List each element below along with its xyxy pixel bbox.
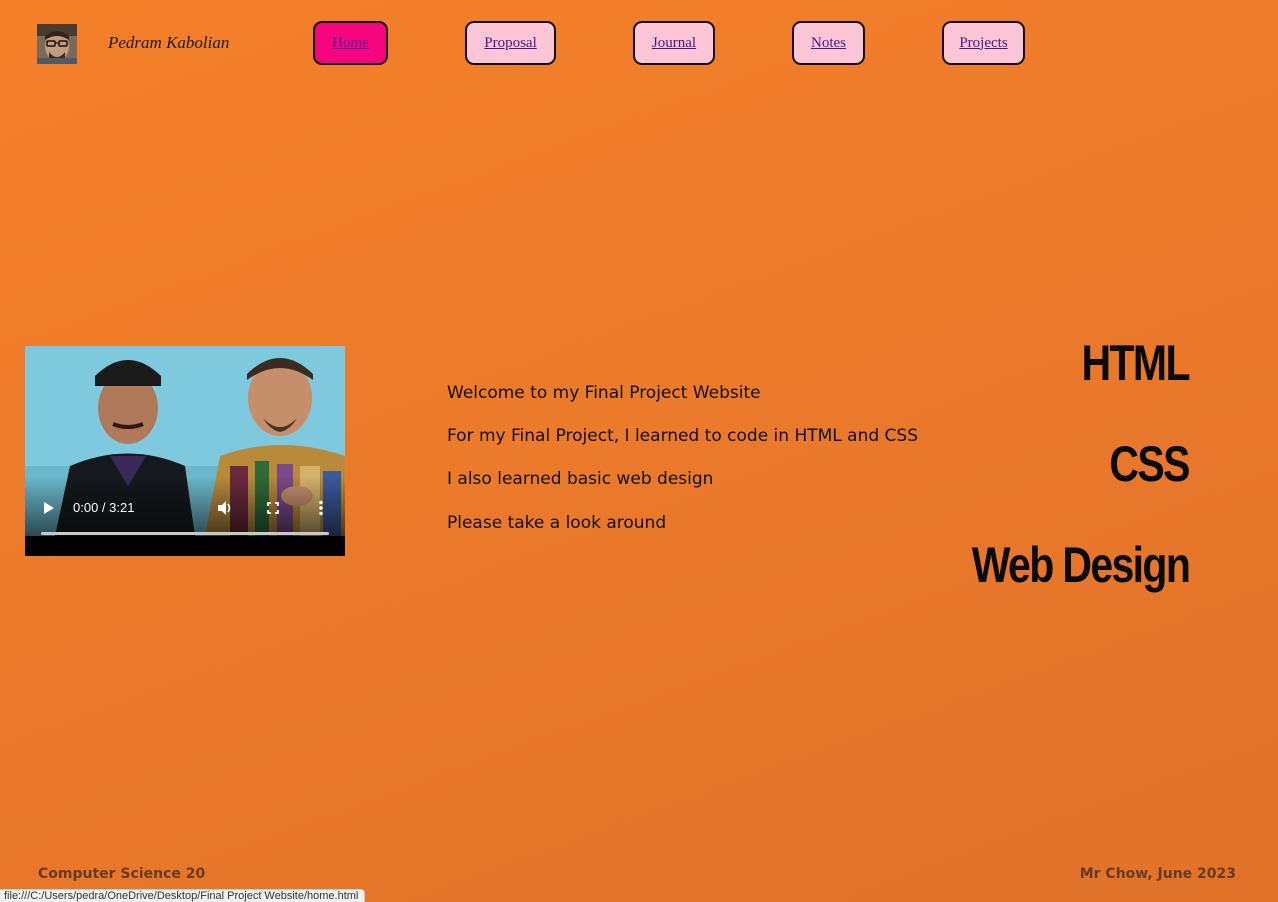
fullscreen-icon[interactable] (267, 502, 279, 514)
footer-course: Computer Science 20 (38, 866, 206, 882)
footer-credit: Mr Chow, June 2023 (1079, 866, 1236, 882)
welcome-heading: Welcome to my Final Project Website (447, 383, 761, 403)
more-options-icon[interactable] (318, 500, 324, 516)
intro-line: I also learned basic web design (447, 469, 714, 489)
nav-journal-button[interactable]: Journal (633, 21, 715, 65)
intro-line: For my Final Project, I learned to code … (447, 426, 919, 446)
avatar (37, 24, 77, 64)
play-icon[interactable] (43, 501, 55, 515)
skill-html: HTML (1081, 335, 1191, 391)
site-name: Pedram Kabolian (108, 33, 230, 52)
nav-proposal-button[interactable]: Proposal (465, 21, 556, 65)
volume-icon[interactable] (217, 500, 233, 516)
nav-home-button[interactable]: Home (313, 21, 388, 65)
skill-css: CSS (1109, 436, 1191, 492)
nav-projects-button[interactable]: Projects (942, 21, 1025, 65)
nav-notes-button[interactable]: Notes (792, 21, 865, 65)
video-time: 0:00 / 3:21 (73, 500, 135, 515)
profile-photo-icon (37, 24, 77, 64)
browser-status-url: file:///C:/Users/pedra/OneDrive/Desktop/… (0, 889, 366, 902)
intro-line: Please take a look around (447, 513, 667, 533)
skill-web-design: Web Design (971, 537, 1191, 593)
video-player[interactable]: 0:00 / 3:21 (25, 346, 345, 556)
video-progress-bar[interactable] (41, 532, 329, 535)
